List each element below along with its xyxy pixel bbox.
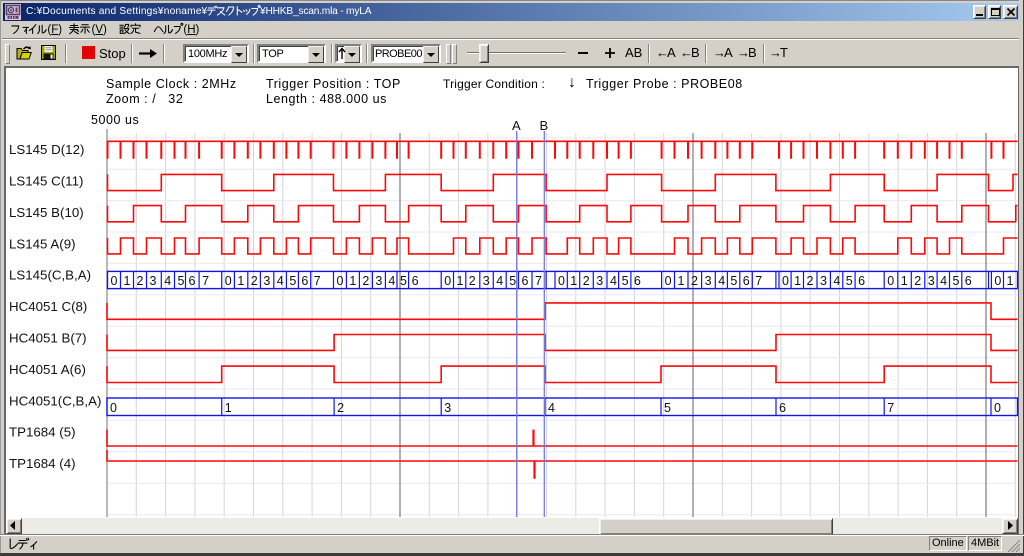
svg-text:1: 1: [457, 274, 464, 288]
svg-text:2: 2: [914, 274, 921, 288]
svg-text:6: 6: [522, 274, 529, 288]
svg-text:4: 4: [164, 274, 171, 288]
svg-text:5: 5: [178, 274, 185, 288]
svg-text:2: 2: [583, 274, 590, 288]
svg-text:B: B: [540, 118, 549, 133]
svg-text:2: 2: [251, 274, 258, 288]
svg-text:4: 4: [610, 274, 617, 288]
svg-text:2: 2: [691, 274, 698, 288]
svg-text:0: 0: [558, 274, 565, 288]
svg-text:6: 6: [634, 274, 641, 288]
svg-text:7: 7: [314, 274, 321, 288]
svg-text:6: 6: [743, 274, 750, 288]
svg-text:7: 7: [887, 401, 894, 415]
svg-text:5: 5: [664, 401, 671, 415]
svg-text:0: 0: [225, 274, 232, 288]
svg-text:7: 7: [535, 274, 542, 288]
svg-text:2: 2: [807, 274, 814, 288]
svg-text:4: 4: [833, 274, 840, 288]
svg-text:2: 2: [137, 274, 144, 288]
svg-text:1: 1: [225, 401, 232, 415]
svg-text:0: 0: [994, 401, 1001, 415]
svg-text:0: 0: [111, 274, 118, 288]
svg-text:6: 6: [412, 274, 419, 288]
svg-text:3: 3: [928, 274, 935, 288]
svg-text:4: 4: [496, 274, 503, 288]
svg-text:1: 1: [1007, 274, 1014, 288]
svg-text:5: 5: [622, 274, 629, 288]
svg-text:3: 3: [263, 274, 270, 288]
svg-text:1: 1: [678, 274, 685, 288]
svg-text:5: 5: [953, 274, 960, 288]
svg-text:4: 4: [718, 274, 725, 288]
svg-text:0: 0: [887, 274, 894, 288]
svg-text:A: A: [512, 118, 521, 133]
svg-text:3: 3: [375, 274, 382, 288]
svg-text:2: 2: [337, 401, 344, 415]
svg-text:5: 5: [400, 274, 407, 288]
svg-text:5: 5: [289, 274, 296, 288]
svg-text:1: 1: [570, 274, 577, 288]
svg-text:4: 4: [940, 274, 947, 288]
svg-text:7: 7: [755, 274, 762, 288]
svg-text:0: 0: [110, 401, 117, 415]
svg-text:6: 6: [779, 401, 786, 415]
svg-text:6: 6: [301, 274, 308, 288]
svg-text:1: 1: [901, 274, 908, 288]
svg-text:3: 3: [444, 401, 451, 415]
svg-text:1: 1: [124, 274, 131, 288]
svg-text:3: 3: [596, 274, 603, 288]
svg-text:4: 4: [548, 401, 555, 415]
svg-text:3: 3: [483, 274, 490, 288]
svg-text:3: 3: [150, 274, 157, 288]
svg-text:5: 5: [509, 274, 516, 288]
svg-text:1: 1: [349, 274, 356, 288]
svg-text:0: 0: [782, 274, 789, 288]
svg-text:0: 0: [337, 274, 344, 288]
svg-text:1: 1: [794, 274, 801, 288]
svg-text:3: 3: [705, 274, 712, 288]
svg-text:6: 6: [965, 274, 972, 288]
svg-text:7: 7: [202, 274, 209, 288]
svg-text:0: 0: [994, 274, 1001, 288]
svg-text:3: 3: [820, 274, 827, 288]
svg-text:2: 2: [362, 274, 369, 288]
svg-text:1: 1: [237, 274, 244, 288]
svg-text:5: 5: [846, 274, 853, 288]
svg-text:0: 0: [665, 274, 672, 288]
svg-text:4: 4: [388, 274, 395, 288]
svg-text:0: 0: [444, 274, 451, 288]
svg-text:4: 4: [277, 274, 284, 288]
svg-text:6: 6: [858, 274, 865, 288]
svg-text:6: 6: [189, 274, 196, 288]
svg-text:5: 5: [730, 274, 737, 288]
svg-text:2: 2: [469, 274, 476, 288]
